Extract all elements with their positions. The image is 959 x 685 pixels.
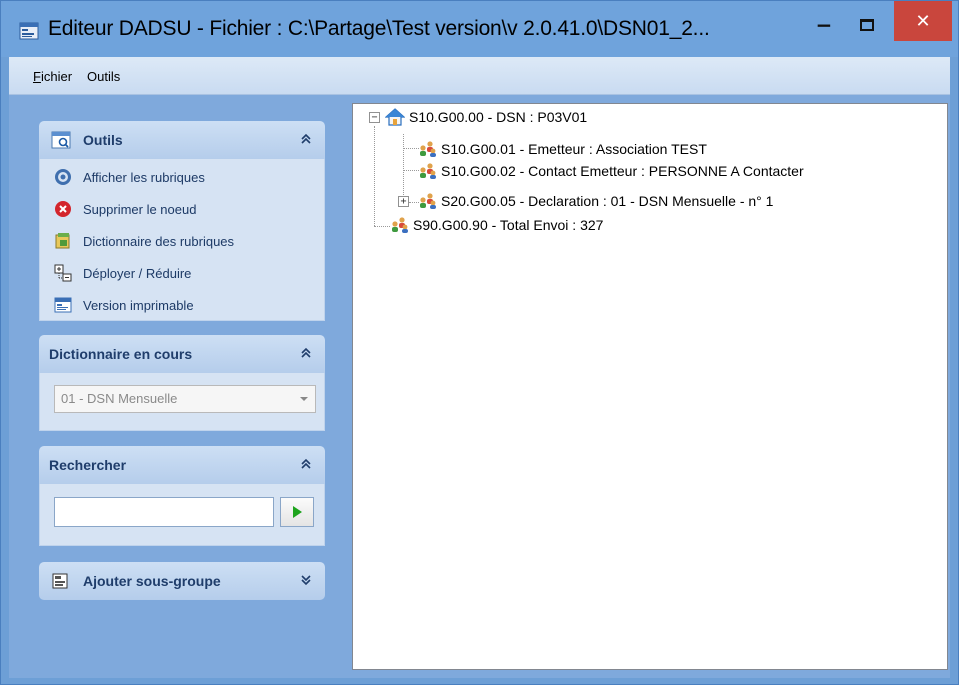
tree-connector [403, 134, 404, 203]
group-people-icon [420, 193, 436, 209]
task-deployer-reduire[interactable]: Déployer / Réduire [40, 257, 324, 289]
chevron-up-icon[interactable] [299, 456, 313, 472]
task-pane: Outils Afficher les rubriques Supprimer … [9, 95, 342, 678]
app-icon [19, 22, 39, 40]
group-people-icon [420, 141, 436, 157]
rechercher-group-header[interactable]: Rechercher [39, 446, 325, 484]
tree-connector [374, 126, 375, 226]
ajouter-group: Ajouter sous-groupe [39, 562, 325, 600]
task-supprimer-noeud[interactable]: Supprimer le noeud [40, 193, 324, 225]
menu-bar: Fichier Outils [9, 57, 950, 95]
minimize-icon: − [815, 13, 833, 37]
outils-group-header[interactable]: Outils [39, 121, 325, 159]
task-afficher-rubriques[interactable]: Afficher les rubriques [40, 161, 324, 193]
delete-icon [55, 201, 71, 217]
printable-version-icon [54, 297, 72, 313]
dictionnaire-select[interactable]: 01 - DSN Mensuelle [54, 385, 316, 413]
outils-group-body: Afficher les rubriques Supprimer le noeu… [39, 159, 325, 321]
outils-group: Outils Afficher les rubriques Supprimer … [39, 121, 325, 321]
search-input[interactable] [54, 497, 274, 527]
view-fields-icon [55, 169, 71, 185]
minimize-button[interactable]: − [807, 9, 841, 41]
dictionnaire-title: Dictionnaire en cours [49, 346, 193, 362]
tree-collapse-toggle[interactable]: − [369, 112, 380, 123]
chevron-up-icon[interactable] [299, 345, 313, 361]
app-window: Editeur DADSU - Fichier : C:\Partage\Tes… [0, 0, 959, 685]
tree-node-emetteur[interactable]: S10.G00.01 - Emetteur : Association TEST [417, 138, 707, 160]
tools-icon [51, 131, 71, 149]
add-subgroup-icon [52, 573, 68, 589]
tree-node-root[interactable]: S10.G00.00 - DSN : P03V01 [385, 106, 587, 128]
chevron-up-icon[interactable] [299, 131, 313, 147]
group-people-icon [392, 217, 408, 233]
chevron-down-icon[interactable] [299, 572, 313, 588]
maximize-icon [860, 19, 874, 31]
ajouter-title: Ajouter sous-groupe [83, 573, 221, 589]
search-go-button[interactable] [280, 497, 314, 527]
client-area: Outils Afficher les rubriques Supprimer … [9, 95, 950, 678]
task-version-imprimable[interactable]: Version imprimable [40, 289, 324, 321]
ajouter-group-header[interactable]: Ajouter sous-groupe [39, 562, 325, 600]
home-icon [385, 108, 405, 126]
title-bar[interactable]: Editeur DADSU - Fichier : C:\Partage\Tes… [1, 1, 958, 57]
menu-outils[interactable]: Outils [87, 69, 120, 84]
dictionnaire-group-header[interactable]: Dictionnaire en cours [39, 335, 325, 373]
close-button[interactable]: ✕ [894, 1, 952, 41]
dropdown-arrow-icon [300, 397, 308, 401]
dictionnaire-group: Dictionnaire en cours 01 - DSN Mensuelle [39, 335, 325, 431]
group-people-icon [420, 163, 436, 179]
rechercher-group: Rechercher [39, 446, 325, 546]
tree-node-declaration[interactable]: S20.G00.05 - Declaration : 01 - DSN Mens… [417, 190, 773, 212]
outils-title: Outils [83, 132, 123, 148]
tree-node-contact[interactable]: S10.G00.02 - Contact Emetteur : PERSONNE… [417, 160, 804, 182]
window-title: Editeur DADSU - Fichier : C:\Partage\Tes… [48, 17, 710, 40]
task-dictionnaire-rubriques[interactable]: Dictionnaire des rubriques [40, 225, 324, 257]
tree-connector [374, 226, 390, 227]
dictionnaire-group-body: 01 - DSN Mensuelle [39, 373, 325, 431]
expand-collapse-icon [54, 264, 72, 282]
play-icon [292, 506, 302, 518]
close-icon: ✕ [915, 10, 931, 32]
tree-node-total-envoi[interactable]: S90.G00.90 - Total Envoi : 327 [389, 214, 603, 236]
rechercher-group-body [39, 484, 325, 546]
dictionary-icon [55, 233, 70, 249]
tree-view[interactable]: − S10.G00.00 - DSN : P03V01 S10.G00.01 -… [352, 103, 948, 670]
maximize-button[interactable] [850, 9, 884, 41]
menu-fichier[interactable]: Fichier [33, 69, 72, 84]
tree-expand-toggle[interactable]: + [398, 196, 409, 207]
rechercher-title: Rechercher [49, 457, 127, 473]
